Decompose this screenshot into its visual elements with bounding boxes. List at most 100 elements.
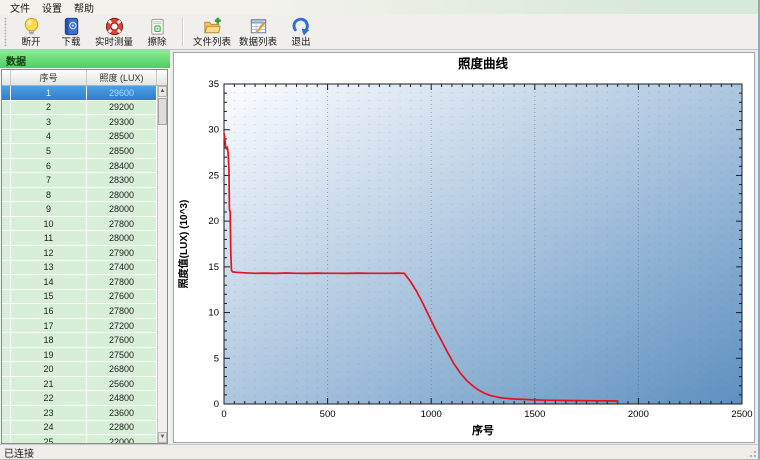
cell-index: 25 bbox=[11, 435, 87, 443]
table-row[interactable]: 2 29200 bbox=[2, 100, 157, 116]
row-indicator bbox=[2, 318, 11, 333]
toolbar: 断开 下载 实时测量 擦除 文件列表 数据列表 退出 bbox=[0, 14, 760, 50]
table-header-row: 序号 照度 (LUX) bbox=[2, 70, 167, 86]
cell-index: 13 bbox=[11, 260, 87, 275]
book-icon bbox=[61, 16, 82, 37]
erase-button[interactable]: 擦除 bbox=[137, 15, 177, 48]
cell-lux: 27800 bbox=[87, 304, 157, 318]
cell-index: 20 bbox=[11, 362, 87, 376]
cell-index: 18 bbox=[11, 333, 87, 347]
table-row[interactable]: 9 28000 bbox=[2, 202, 157, 217]
cell-lux: 26800 bbox=[87, 362, 157, 376]
column-header-lux[interactable]: 照度 (LUX) bbox=[87, 70, 157, 85]
table-row[interactable]: 5 28500 bbox=[2, 144, 157, 159]
file-list-button[interactable]: 文件列表 bbox=[189, 15, 235, 48]
file-list-label: 文件列表 bbox=[193, 36, 232, 48]
exit-label: 退出 bbox=[291, 36, 311, 48]
scroll-up-icon[interactable]: ▲ bbox=[158, 86, 167, 97]
cell-index: 1 bbox=[11, 86, 87, 100]
exit-button[interactable]: 退出 bbox=[281, 15, 321, 48]
toolbar-separator bbox=[182, 17, 185, 46]
cell-index: 4 bbox=[11, 129, 87, 144]
download-button[interactable]: 下载 bbox=[51, 15, 91, 48]
download-label: 下载 bbox=[61, 36, 81, 48]
realtime-measure-button[interactable]: 实时测量 bbox=[91, 15, 137, 48]
svg-text:照度曲线: 照度曲线 bbox=[458, 56, 509, 71]
cell-index: 21 bbox=[11, 376, 87, 391]
cell-lux: 27600 bbox=[87, 289, 157, 304]
row-indicator bbox=[2, 347, 11, 362]
cell-lux: 28300 bbox=[87, 173, 157, 187]
cell-index: 23 bbox=[11, 406, 87, 420]
svg-text:5: 5 bbox=[214, 353, 219, 364]
svg-text:照度值(LUX) (10^3): 照度值(LUX) (10^3) bbox=[177, 200, 190, 289]
table-row[interactable]: 8 28000 bbox=[2, 187, 157, 203]
row-indicator bbox=[2, 260, 11, 275]
toolbar-gripper bbox=[4, 17, 7, 47]
scrollbar-thumb[interactable] bbox=[158, 98, 167, 125]
table-row[interactable]: 1 29600 bbox=[2, 86, 157, 101]
row-indicator bbox=[2, 100, 11, 115]
table-row[interactable]: 23 23600 bbox=[2, 406, 157, 421]
table-scrollbar[interactable]: ▲ ▼ bbox=[157, 86, 167, 443]
table-row[interactable]: 12 27900 bbox=[2, 246, 157, 261]
row-indicator bbox=[2, 158, 11, 173]
table-row[interactable]: 16 27800 bbox=[2, 304, 157, 319]
row-indicator bbox=[2, 144, 11, 158]
row-indicator bbox=[2, 115, 11, 129]
table-row[interactable]: 25 22000 bbox=[2, 435, 157, 443]
column-header-index[interactable]: 序号 bbox=[11, 70, 87, 85]
table-row[interactable]: 20 26800 bbox=[2, 362, 157, 377]
cell-lux: 22800 bbox=[87, 420, 157, 435]
connection-status: 已连接 bbox=[4, 449, 34, 460]
menu-file[interactable]: 文件 bbox=[7, 0, 39, 15]
svg-text:35: 35 bbox=[208, 79, 219, 90]
row-indicator bbox=[2, 86, 11, 100]
svg-text:10: 10 bbox=[208, 308, 219, 319]
disconnect-button[interactable]: 断开 bbox=[11, 15, 51, 48]
resize-grip-icon[interactable] bbox=[746, 447, 757, 458]
menu-bar: 文件 设置 帮助 bbox=[0, 0, 760, 15]
chart-panel: 0 5 10 15 20 25 30 35 0 500 1000 1500 2000 2500 照度曲线 序号… bbox=[173, 52, 755, 443]
row-indicator bbox=[2, 406, 11, 420]
svg-text:序号: 序号 bbox=[472, 423, 494, 437]
table-row[interactable]: 6 28400 bbox=[2, 158, 157, 174]
table-row[interactable]: 17 27200 bbox=[2, 318, 157, 334]
row-indicator bbox=[2, 420, 11, 435]
svg-text:30: 30 bbox=[208, 125, 219, 136]
realtime-measure-label: 实时测量 bbox=[95, 36, 134, 48]
cell-lux: 27800 bbox=[87, 216, 157, 231]
cell-index: 3 bbox=[11, 115, 87, 129]
data-list-button[interactable]: 数据列表 bbox=[235, 15, 281, 48]
table-row[interactable]: 7 28300 bbox=[2, 173, 157, 188]
menu-help[interactable]: 帮助 bbox=[71, 0, 103, 15]
svg-text:1000: 1000 bbox=[421, 409, 442, 420]
row-indicator bbox=[2, 275, 11, 289]
row-indicator bbox=[2, 289, 11, 304]
table-row[interactable]: 18 27600 bbox=[2, 333, 157, 348]
menu-settings[interactable]: 设置 bbox=[39, 0, 71, 15]
erase-label: 擦除 bbox=[147, 36, 167, 48]
cell-index: 16 bbox=[11, 304, 87, 318]
table-row[interactable]: 21 25600 bbox=[2, 376, 157, 392]
scroll-down-icon[interactable]: ▼ bbox=[158, 432, 167, 443]
table-row[interactable]: 19 27500 bbox=[2, 347, 157, 363]
table-row[interactable]: 15 27600 bbox=[2, 289, 157, 305]
cell-index: 8 bbox=[11, 187, 87, 202]
cell-index: 5 bbox=[11, 144, 87, 158]
cell-index: 12 bbox=[11, 246, 87, 260]
svg-text:2000: 2000 bbox=[628, 409, 649, 420]
table-row[interactable]: 4 28500 bbox=[2, 129, 157, 145]
row-indicator bbox=[2, 129, 11, 144]
table-body: 1 29600 2 29200 3 29300 4 28500 5 28500 6 28400 7 283… bbox=[2, 86, 157, 443]
table-row[interactable]: 11 28000 bbox=[2, 231, 157, 247]
table-row[interactable]: 22 24800 bbox=[2, 391, 157, 407]
table-row[interactable]: 3 29300 bbox=[2, 115, 157, 130]
table-row[interactable]: 13 27400 bbox=[2, 260, 157, 276]
table-row[interactable]: 24 22800 bbox=[2, 420, 157, 436]
table-row[interactable]: 14 27800 bbox=[2, 275, 157, 290]
cell-index: 9 bbox=[11, 202, 87, 216]
svg-text:1500: 1500 bbox=[524, 409, 545, 420]
table-row[interactable]: 10 27800 bbox=[2, 216, 157, 232]
bulb-icon bbox=[21, 16, 42, 37]
